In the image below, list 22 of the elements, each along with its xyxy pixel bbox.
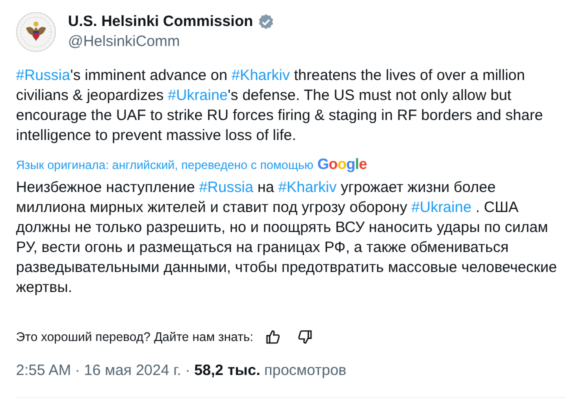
views-count: 58,2 тыс. <box>194 361 260 382</box>
separator-dot: · <box>75 361 80 382</box>
thumbs-up-icon[interactable] <box>265 328 282 345</box>
feedback-prompt: Это хороший перевод? Дайте нам знать: <box>16 328 254 346</box>
hashtag-link[interactable]: #Ukraine <box>168 87 228 104</box>
separator-dot: · <box>185 361 190 382</box>
timestamp-link[interactable]: 2:55 AM <box>16 360 72 383</box>
account-handle[interactable]: @HelsinkiComm <box>68 32 276 52</box>
seal-avatar[interactable] <box>16 12 56 52</box>
hashtag-link[interactable]: #Kharkiv <box>231 67 290 84</box>
hashtag-link[interactable]: #Russia <box>16 67 70 84</box>
hashtag-link[interactable]: #Russia <box>199 178 254 196</box>
google-logo: Google <box>317 155 367 175</box>
hashtag-link[interactable]: #Ukraine <box>411 198 472 216</box>
thumbs-down-icon[interactable] <box>297 328 314 345</box>
translation-note: Язык оригинала: английский, переведено с помощью <box>16 157 314 174</box>
views-label: просмотров <box>264 361 346 382</box>
translated-text: Неизбежное наступление #Russia на #Kharkiv угрожает жизни более миллиона мирных жителей и ставит под угрозу оборону #Ukraine . США должны не только разрешить, но и поощрять ВСУ наносить удары по силам РУ, вести огонь и размещаться на границах РФ, а также обмениваться разведывательными данными, чтобы предотвратить массовые человеческие жертвы. <box>16 178 558 298</box>
hashtag-link[interactable]: #Kharkiv <box>278 178 337 196</box>
date-link[interactable]: 16 мая 2024 г. <box>84 360 182 383</box>
tweet-text: #Russia's imminent advance on #Kharkiv threatens the lives of over a million civilians & jeopardizes #Ukraine's defense. The US must not only allow but encourage the UAF to strike RU forces firing & staging in RF borders and share intelligence to prevent massive loss of life. <box>16 66 544 146</box>
account-name[interactable]: U.S. Helsinki Commission <box>68 12 254 32</box>
